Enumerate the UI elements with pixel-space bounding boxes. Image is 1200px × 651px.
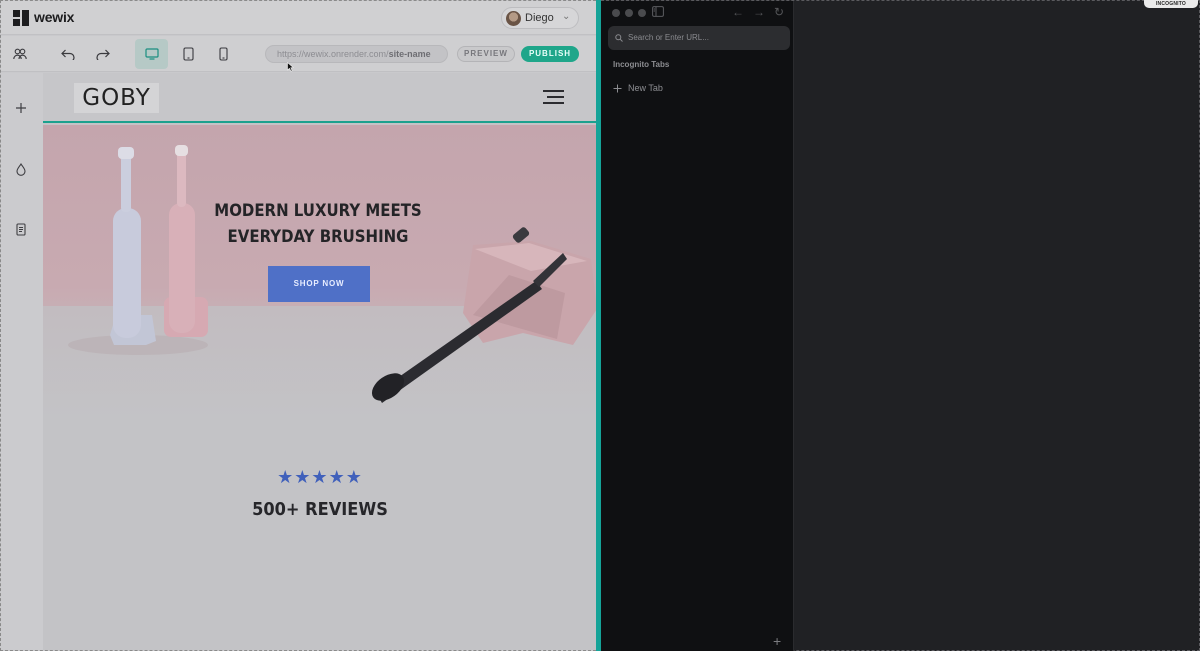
avatar: [506, 11, 521, 26]
collaborators-icon[interactable]: [11, 45, 29, 63]
site-url-field[interactable]: https://wewix.onrender.com/site-name: [265, 45, 448, 63]
user-name: Diego: [525, 12, 554, 24]
incognito-tabs-heading: Incognito Tabs: [613, 60, 670, 69]
reviews-count: 500+ REVIEWS: [252, 499, 388, 520]
undo-icon[interactable]: [59, 45, 77, 63]
url-prefix: https://wewix.onrender.com/: [277, 49, 389, 59]
editor-toolbar: https://wewix.onrender.com/site-name PRE…: [1, 36, 596, 72]
hero-section: MODERN LUXURY MEETS EVERYDAY BRUSHING SH…: [43, 125, 596, 419]
shop-now-button[interactable]: SHOP NOW: [268, 266, 370, 302]
zoom-window-button[interactable]: [638, 9, 646, 17]
publish-button[interactable]: PUBLISH: [521, 46, 579, 62]
mouse-cursor-icon: [287, 62, 294, 72]
redo-icon[interactable]: [94, 45, 112, 63]
mobile-icon: [218, 47, 228, 61]
search-input[interactable]: Search or Enter URL...: [608, 26, 790, 50]
desktop-icon: [144, 48, 159, 60]
mobile-view-button[interactable]: [214, 45, 232, 63]
search-icon: [615, 34, 623, 42]
tablet-view-button[interactable]: [179, 45, 197, 63]
hero-title: MODERN LUXURY MEETS EVERYDAY BRUSHING: [208, 198, 428, 250]
incognito-browser-window: INCOGNITO ← → ↻ Search or Enter URL... I…: [601, 0, 1200, 651]
chevron-down-icon: ⌄: [562, 11, 571, 22]
site-header: GOBY: [43, 73, 596, 123]
reload-icon[interactable]: ↻: [774, 5, 784, 19]
back-arrow-icon[interactable]: ←: [732, 5, 744, 19]
search-placeholder: Search or Enter URL...: [628, 33, 709, 42]
sidebar-toggle-icon[interactable]: [652, 6, 664, 20]
user-menu-button[interactable]: Diego ⌄: [501, 7, 579, 29]
new-tab-button[interactable]: New Tab: [613, 83, 663, 93]
browser-sidebar: ← → ↻ Search or Enter URL... Incognito T…: [601, 1, 794, 651]
reviews-section: ★★★★★ 500+ REVIEWS: [43, 463, 596, 533]
minimize-window-button[interactable]: [625, 9, 633, 17]
add-element-icon[interactable]: [12, 99, 30, 117]
new-tab-label: New Tab: [628, 83, 663, 93]
editor-top-bar: wewix Diego ⌄: [1, 1, 596, 35]
tablet-icon: [182, 47, 194, 61]
hero-title-line2: EVERYDAY BRUSHING: [227, 227, 409, 247]
close-window-button[interactable]: [612, 9, 620, 17]
wewix-editor-window: wewix Diego ⌄ https://wewix.onrender.com…: [0, 0, 596, 651]
hamburger-menu-icon[interactable]: [543, 90, 564, 104]
desktop-view-button[interactable]: [135, 39, 168, 69]
screen: wewix Diego ⌄ https://wewix.onrender.com…: [0, 0, 1200, 651]
theme-drop-icon[interactable]: [12, 160, 30, 178]
preview-button[interactable]: PREVIEW: [457, 46, 515, 62]
rating-stars: ★★★★★: [277, 467, 363, 487]
wewix-logo-icon: [13, 10, 29, 26]
plus-icon: [613, 84, 622, 92]
site-canvas: GOBY MODERN LUXURY MEETS EVERYDAY BRUSHI…: [43, 73, 596, 650]
editor-left-rail: [1, 73, 43, 650]
app-name: wewix: [34, 9, 75, 25]
pages-icon[interactable]: [12, 220, 30, 238]
forward-arrow-icon[interactable]: →: [753, 5, 765, 19]
url-site-name: site-name: [388, 49, 431, 59]
hero-title-line1: MODERN LUXURY MEETS: [214, 201, 422, 221]
incognito-badge: INCOGNITO: [1144, 0, 1198, 8]
add-icon[interactable]: +: [773, 634, 781, 648]
site-logo[interactable]: GOBY: [74, 83, 159, 113]
